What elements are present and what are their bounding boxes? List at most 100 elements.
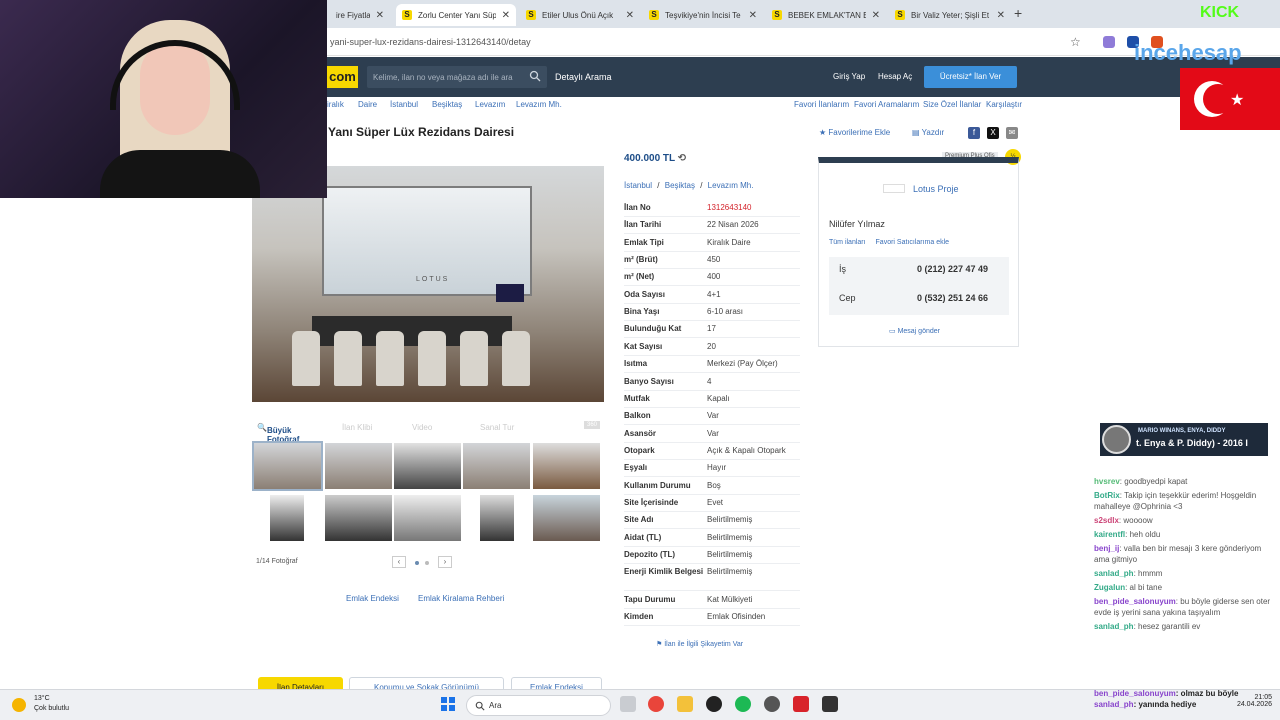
rental-guide-link[interactable]: Emlak Kiralama Rehberi [418,594,504,603]
taskbar: 13°C Çok bulutlu Ara 21:05 24.04.2026 [0,689,1280,720]
tab-large-photo[interactable]: 🔍 Büyük Fotoğraf [257,423,299,444]
advanced-search-link[interactable]: Detaylı Arama [555,72,612,82]
chat-message: sanlad_ph: yanında hediye [1094,699,1274,710]
taskbar-search[interactable]: Ara [466,695,611,716]
bookmark-star-icon[interactable]: ☆ [1070,35,1081,49]
detail-row: Emlak Tipi Kiralık Daire [624,235,800,252]
seller-name: Nilüfer Yılmaz [829,219,885,229]
prev-photo-button[interactable]: ‹ [392,556,406,568]
special-ads-link[interactable]: Size Özel İlanlar [923,100,981,109]
breadcrumb-item[interactable]: Levazım Mh. [516,100,562,109]
tab-virtual-tour[interactable]: Sanal Tur [480,423,514,432]
breadcrumb-item[interactable]: Beşiktaş [432,100,462,109]
app-icon[interactable] [793,696,809,712]
browser-tab[interactable]: S Bir Valiz Yeter; Şişli Et ✕ [889,4,1011,26]
search-box [367,66,547,88]
close-icon[interactable]: ✕ [872,10,880,21]
settings-icon[interactable] [764,696,780,712]
site-logo[interactable]: com [327,66,358,88]
page-dot[interactable] [415,561,419,565]
close-icon[interactable]: ✕ [749,10,757,21]
browser-tab-active[interactable]: S Zorlu Center Yanı Süp ✕ [396,4,516,26]
chat-message: ben_pide_salonuyum: bu böyle giderse sen… [1094,596,1274,618]
search-icon[interactable] [529,70,541,82]
close-icon[interactable]: ✕ [997,10,1005,21]
location-neighborhood[interactable]: Levazım Mh. [708,181,754,190]
detail-value: 450 [707,255,721,265]
complaint-link[interactable]: ⚑ İlan ile İlgili Şikayetim Var [656,640,743,648]
favorite-searches-link[interactable]: Favori Aramalarım [854,100,919,109]
close-icon[interactable]: ✕ [376,10,384,21]
detail-label: İlan Tarihi [624,220,662,230]
detail-value: Hayır [707,463,727,473]
all-ads-link[interactable]: Tüm ilanları [829,239,866,246]
thumbnail[interactable] [480,495,514,541]
thumbnail[interactable] [325,495,392,541]
task-view-icon[interactable] [620,696,636,712]
favorite-ads-link[interactable]: Favori İlanlarım [794,100,849,109]
login-link[interactable]: Giriş Yap [833,72,865,81]
x-twitter-icon[interactable]: X [987,127,999,139]
screen: ire Fiyatları✕ SZorlu Center Yanı Süp✕ S… [0,0,1280,720]
detail-value: 17 [707,324,716,334]
post-ad-button[interactable]: Ücretsiz* İlan Ver [924,66,1017,88]
location-district[interactable]: Beşiktaş [665,181,695,190]
compare-link[interactable]: Karşılaştır [986,100,1022,109]
add-favorite-link[interactable]: ★ Favorilerime Ekle [819,128,890,137]
work-phone-label: İş [839,264,847,274]
thumbnail[interactable] [325,443,392,489]
tab-video[interactable]: Video [412,423,432,432]
thumbnail[interactable] [533,443,600,489]
mobile-phone[interactable]: 0 (532) 251 24 66 [917,293,988,303]
price-history-icon[interactable]: ⟲ [678,153,686,164]
browser-tab[interactable]: S Teşvikiye'nin İncisi Te ✕ [643,4,763,26]
chrome-icon[interactable] [648,696,664,712]
main-photo[interactable]: LOTUS [252,166,604,402]
search-input[interactable] [367,66,522,88]
extension-icon[interactable] [1103,36,1115,48]
location-city[interactable]: İstanbul [624,181,652,190]
close-icon[interactable]: ✕ [626,10,634,21]
print-link[interactable]: ▤ Yazdır [912,128,944,137]
chat-username: s2sdlx [1094,516,1119,525]
detail-label: Kat Sayısı [624,341,663,351]
browser-tab[interactable]: S BEBEK EMLAK'TAN Bİ ✕ [766,4,886,26]
next-photo-button[interactable]: › [438,556,452,568]
windows-start-icon[interactable] [441,697,455,711]
breadcrumb-item[interactable]: Daire [358,100,377,109]
facebook-icon[interactable]: f [968,127,980,139]
mail-icon[interactable]: ✉ [1006,127,1018,139]
thumbnail[interactable] [533,495,600,541]
close-icon[interactable]: ✕ [502,10,510,21]
emlak-index-link[interactable]: Emlak Endeksi [346,594,399,603]
browser-tab[interactable]: S Etiler Ulus Önü Açık ✕ [520,4,640,26]
detail-value: Merkezi (Pay Ölçer) [707,359,778,369]
tab-ad-clip[interactable]: İlan Klibi [342,423,372,432]
discord-icon[interactable] [706,696,722,712]
url-field[interactable]: yani-super-lux-rezidans-dairesi-13126431… [330,37,531,47]
breadcrumb-item[interactable]: İstanbul [390,100,418,109]
browser-tab[interactable]: ire Fiyatları✕ [330,4,390,26]
thumbnail[interactable] [394,443,461,489]
chat-message: kairentfl: heh oldu [1094,529,1274,540]
favicon-icon: S [649,10,659,20]
new-tab-button[interactable]: + [1014,5,1022,21]
thumbnail[interactable] [252,441,323,491]
page-dot[interactable] [425,561,429,565]
favorite-seller-link[interactable]: Favori Satıcılarıma ekle [876,239,950,246]
spotify-icon[interactable] [735,696,751,712]
breadcrumb-item[interactable]: Levazım [475,100,505,109]
file-explorer-icon[interactable] [677,696,693,712]
work-phone[interactable]: 0 (212) 227 47 49 [917,264,988,274]
thumbnail[interactable] [270,495,304,541]
detail-label: Oda Sayısı [624,289,665,299]
tab-360[interactable]: 360 [584,421,601,429]
firm-name[interactable]: Lotus Proje [913,184,959,194]
signup-link[interactable]: Hesap Aç [878,72,912,81]
thumbnail[interactable] [394,495,461,541]
app-icon[interactable] [822,696,838,712]
thumbnail[interactable] [463,443,530,489]
breadcrumb-item[interactable]: iralık [327,100,344,109]
detail-value: 4+1 [707,289,721,299]
send-message-link[interactable]: ▭ Mesaj gönder [889,327,940,335]
